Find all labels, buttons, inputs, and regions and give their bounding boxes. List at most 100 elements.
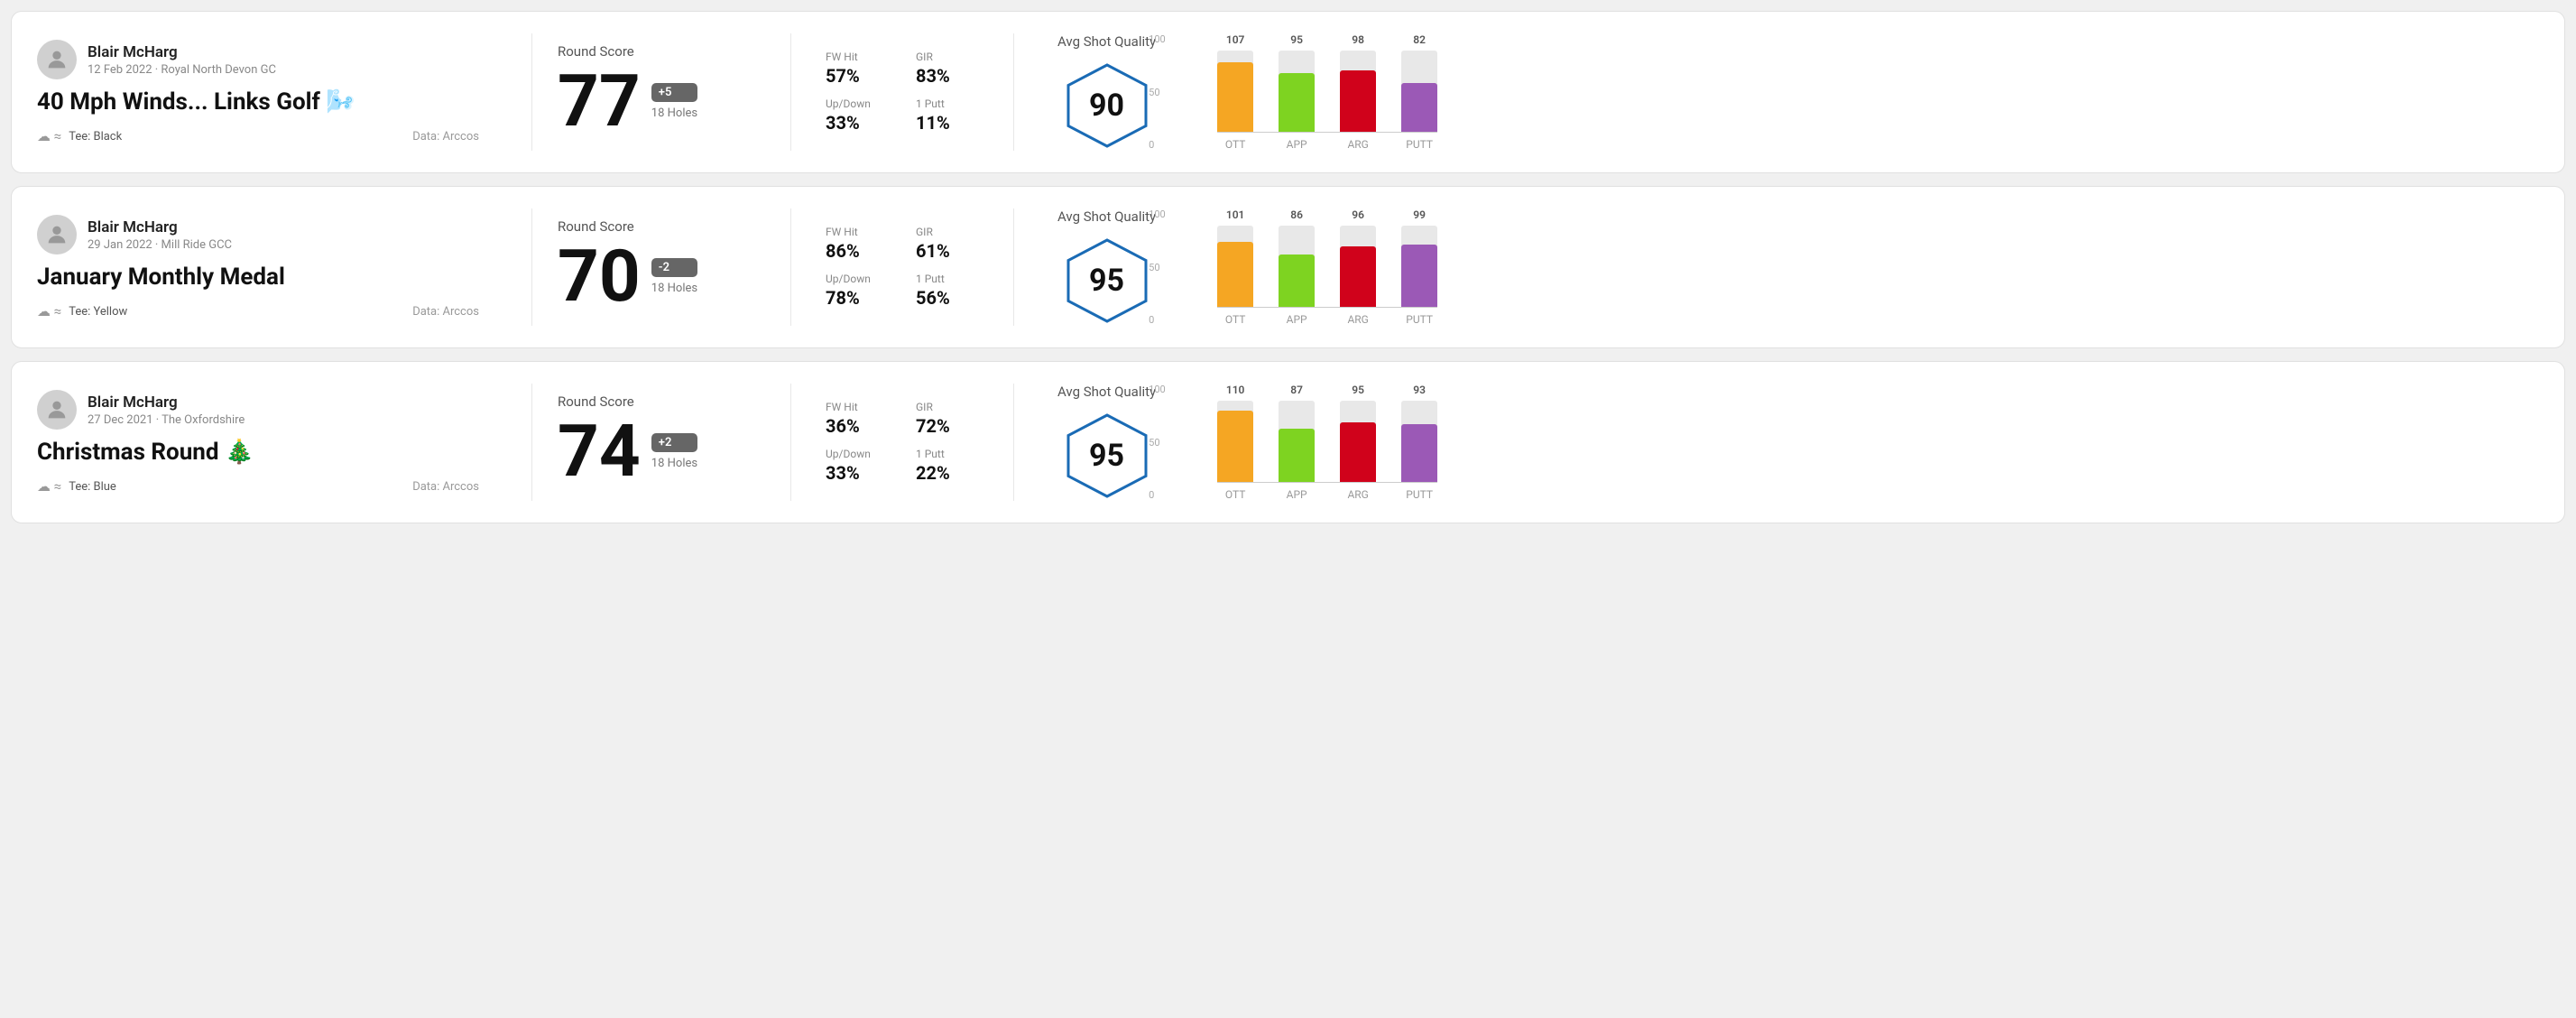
user-icon bbox=[44, 222, 69, 247]
round-footer: ☁ ≈ Tee: Yellow Data: Arccos bbox=[37, 303, 479, 319]
bar-value-putt: 93 bbox=[1413, 384, 1426, 396]
bar-wrapper-arg bbox=[1340, 401, 1376, 482]
updown-value: 33% bbox=[826, 112, 898, 134]
section-divider-3 bbox=[1013, 384, 1014, 501]
stats-section: FW Hit 86% GIR 61% Up/Down 78% 1 Putt 56… bbox=[826, 226, 988, 309]
bar-fill-putt bbox=[1401, 83, 1437, 132]
updown-label: Up/Down bbox=[826, 273, 898, 285]
hexagon: 90 bbox=[1062, 60, 1152, 151]
user-meta: 12 Feb 2022 · Royal North Devon GC bbox=[88, 63, 276, 77]
tee-label: Tee: Yellow bbox=[69, 305, 127, 319]
left-section: Blair McHarg 29 Jan 2022 · Mill Ride GCC… bbox=[37, 215, 506, 319]
left-section: Blair McHarg 27 Dec 2021 · The Oxfordshi… bbox=[37, 390, 506, 495]
data-source: Data: Arccos bbox=[412, 305, 479, 319]
user-info: Blair McHarg 27 Dec 2021 · The Oxfordshi… bbox=[37, 390, 479, 430]
bar-group-ott: 101 bbox=[1217, 208, 1253, 307]
stats-grid: FW Hit 86% GIR 61% Up/Down 78% 1 Putt 56… bbox=[826, 226, 988, 309]
fw-hit-value: 57% bbox=[826, 65, 898, 87]
gir-value: 61% bbox=[916, 240, 988, 262]
tee-info: ☁ ≈ Tee: Black bbox=[37, 128, 122, 144]
stat-updown: Up/Down 78% bbox=[826, 273, 898, 309]
quality-score: 90 bbox=[1089, 88, 1124, 124]
gir-value: 72% bbox=[916, 415, 988, 437]
score-badge: +2 bbox=[651, 433, 697, 452]
hexagon-container: 95 bbox=[1057, 236, 1156, 326]
tee-info: ☁ ≈ Tee: Yellow bbox=[37, 303, 127, 319]
bar-group-arg: 95 bbox=[1340, 384, 1376, 482]
user-info: Blair McHarg 29 Jan 2022 · Mill Ride GCC bbox=[37, 215, 479, 255]
fw-hit-label: FW Hit bbox=[826, 51, 898, 63]
section-divider-1 bbox=[531, 33, 532, 151]
avatar bbox=[37, 40, 77, 79]
chart-label-putt: PUTT bbox=[1401, 488, 1437, 501]
fw-hit-value: 36% bbox=[826, 415, 898, 437]
score-label: Round Score bbox=[558, 393, 765, 410]
chart-label-ott: OTT bbox=[1217, 488, 1253, 501]
bar-value-arg: 98 bbox=[1352, 33, 1364, 46]
hexagon-container: 95 bbox=[1057, 411, 1156, 501]
bar-value-arg: 95 bbox=[1352, 384, 1364, 396]
holes-text: 18 Holes bbox=[651, 457, 697, 470]
chart-label-app: APP bbox=[1279, 138, 1315, 151]
quality-header-col: Avg Shot Quality 90 bbox=[1057, 33, 1156, 151]
user-meta: 27 Dec 2021 · The Oxfordshire bbox=[88, 413, 245, 427]
bar-value-app: 86 bbox=[1290, 208, 1303, 221]
bar-wrapper-app bbox=[1279, 401, 1315, 482]
quality-label: Avg Shot Quality bbox=[1057, 208, 1156, 225]
user-name: Blair McHarg bbox=[88, 43, 276, 61]
bar-wrapper-putt bbox=[1401, 401, 1437, 482]
oneputt-value: 11% bbox=[916, 112, 988, 134]
chart-label-ott: OTT bbox=[1217, 138, 1253, 151]
score-badge-holes: +5 18 Holes bbox=[651, 83, 697, 120]
bar-wrapper-ott bbox=[1217, 51, 1253, 132]
gir-value: 83% bbox=[916, 65, 988, 87]
chart-label-ott: OTT bbox=[1217, 313, 1253, 326]
bar-wrapper-app bbox=[1279, 51, 1315, 132]
left-section: Blair McHarg 12 Feb 2022 · Royal North D… bbox=[37, 40, 506, 144]
stat-oneputt: 1 Putt 11% bbox=[916, 97, 988, 134]
chart-label-arg: ARG bbox=[1340, 488, 1376, 501]
bar-fill-ott bbox=[1217, 411, 1253, 482]
bar-group-app: 86 bbox=[1279, 208, 1315, 307]
score-row: 74 +2 18 Holes bbox=[558, 415, 765, 487]
chart-label-arg: ARG bbox=[1340, 138, 1376, 151]
bar-group-putt: 93 bbox=[1401, 384, 1437, 482]
chart-bars: 110 87 95 93 bbox=[1217, 384, 1437, 483]
stat-updown: Up/Down 33% bbox=[826, 448, 898, 484]
score-label: Round Score bbox=[558, 218, 765, 235]
chart-bars: 101 86 96 99 bbox=[1217, 208, 1437, 308]
quality-section: Avg Shot Quality 90 100 50 0 107 bbox=[1039, 33, 2539, 151]
round-title: 40 Mph Winds... Links Golf 🌬️ bbox=[37, 88, 479, 116]
score-number: 70 bbox=[558, 240, 641, 312]
bar-group-ott: 110 bbox=[1217, 384, 1253, 482]
bar-value-app: 87 bbox=[1290, 384, 1303, 396]
round-footer: ☁ ≈ Tee: Blue Data: Arccos bbox=[37, 478, 479, 495]
bar-group-putt: 82 bbox=[1401, 33, 1437, 132]
avatar bbox=[37, 215, 77, 255]
bar-group-app: 95 bbox=[1279, 33, 1315, 132]
bar-value-putt: 82 bbox=[1413, 33, 1426, 46]
quality-header-col: Avg Shot Quality 95 bbox=[1057, 384, 1156, 501]
stat-gir: GIR 61% bbox=[916, 226, 988, 262]
quality-score: 95 bbox=[1089, 263, 1124, 299]
bar-group-app: 87 bbox=[1279, 384, 1315, 482]
bar-value-arg: 96 bbox=[1352, 208, 1364, 221]
stat-fw-hit: FW Hit 36% bbox=[826, 401, 898, 437]
bar-group-putt: 99 bbox=[1401, 208, 1437, 307]
score-row: 70 -2 18 Holes bbox=[558, 240, 765, 312]
stat-gir: GIR 72% bbox=[916, 401, 988, 437]
score-number: 77 bbox=[558, 65, 641, 137]
section-divider-2 bbox=[790, 384, 791, 501]
quality-label: Avg Shot Quality bbox=[1057, 33, 1156, 50]
oneputt-label: 1 Putt bbox=[916, 97, 988, 110]
bar-fill-ott bbox=[1217, 62, 1253, 132]
score-badge: -2 bbox=[651, 258, 697, 277]
chart-label-arg: ARG bbox=[1340, 313, 1376, 326]
user-meta: 29 Jan 2022 · Mill Ride GCC bbox=[88, 238, 232, 252]
user-icon bbox=[44, 47, 69, 72]
updown-label: Up/Down bbox=[826, 448, 898, 460]
section-divider-2 bbox=[790, 33, 791, 151]
bar-wrapper-ott bbox=[1217, 226, 1253, 307]
score-section: Round Score 77 +5 18 Holes bbox=[558, 43, 765, 141]
fw-hit-label: FW Hit bbox=[826, 226, 898, 238]
